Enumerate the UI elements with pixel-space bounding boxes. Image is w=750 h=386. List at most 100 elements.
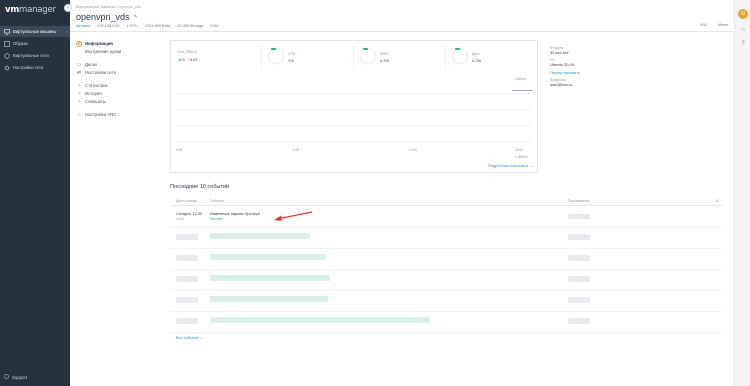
ram-stat: RAM 0.2% <box>356 44 446 68</box>
table-row[interactable] <box>170 271 722 291</box>
sidebar-item-settings[interactable]: Настройки сети <box>0 62 70 73</box>
snapshot-icon: ○ <box>77 98 81 105</box>
events-table-header: Дата и время Событие Пользователь ⚙ <box>170 198 722 206</box>
gridline <box>176 109 531 110</box>
redacted-user <box>568 276 590 282</box>
redacted-user <box>568 234 590 240</box>
toolbar-cpu: 1 CPU <box>126 24 138 28</box>
chart-series-line <box>512 90 532 91</box>
gridline <box>176 93 531 94</box>
ram-gauge <box>360 47 376 64</box>
menu-item-snapshots[interactable]: ○ Снапшоты <box>76 98 166 105</box>
redacted-date <box>176 297 198 303</box>
th-settings-icon[interactable]: ⚙ <box>716 199 719 203</box>
ip-value: 92.ххх.ххх <box>550 50 569 55</box>
toolbar-ram: 1024 MiB RAM <box>144 24 171 28</box>
redacted-date <box>176 276 198 282</box>
table-row[interactable] <box>170 229 722 249</box>
redacted-date <box>176 234 198 240</box>
x-tick: 6:00 <box>293 148 300 152</box>
page-title-text: openvpn_vds <box>76 12 130 22</box>
sidebar: vmmanager Виртуальные машины › Образы Ви… <box>0 0 70 386</box>
vm-info: IP адрес 92.ххх.ххх ОС Ubuntu 20.04 Пере… <box>550 44 620 90</box>
cpu-label: CPU <box>288 52 296 56</box>
vnc-button[interactable]: VNC <box>700 23 708 27</box>
sidebar-item-label: Виртуальные сети <box>13 53 49 58</box>
network-values: ↓4.9 ↑0.02 <box>177 57 198 62</box>
menu-item-label: Внутренние диски <box>85 49 122 54</box>
support-link[interactable]: Support <box>4 374 27 380</box>
th-event: Событие <box>210 199 225 203</box>
os-value: Ubuntu 20.04 <box>550 62 575 67</box>
redacted-user <box>568 297 590 303</box>
toolbar-kvm: KVM <box>210 24 219 28</box>
detailed-stats-link[interactable]: Подробная статистика → <box>488 164 533 168</box>
redacted-date <box>176 318 198 324</box>
redacted-event <box>210 275 330 281</box>
cpu-gauge <box>268 47 284 64</box>
breadcrumb[interactable]: Виртуальные машины / openvpn_vds <box>76 5 141 9</box>
network-label: Сеть, Мбит/с <box>177 50 198 54</box>
settings-icon <box>4 64 10 71</box>
table-row[interactable] <box>170 250 722 270</box>
toolbar-storage: 20 GiB Storage <box>177 24 204 28</box>
ram-label: RAM <box>380 52 388 56</box>
menu-button[interactable]: Меню <box>718 23 728 27</box>
gridline <box>176 141 531 142</box>
table-row[interactable] <box>170 313 722 333</box>
sidebar-item-label: Виртуальные машины <box>13 29 57 34</box>
sidebar-item-networks[interactable]: Виртуальные сети <box>0 50 70 61</box>
menu-item-vnc[interactable]: ○ Настройка VNC <box>76 111 166 118</box>
vm-menu: i Информация Внутренние диски ▭ Диски ⇄ … <box>76 40 166 119</box>
stats-card: Сеть, Мбит/с ↓4.9 ↑0.02 CPU 1% RAM 0.2% … <box>170 40 538 173</box>
th-user: Пользователь <box>568 199 591 203</box>
monitor-icon <box>4 28 10 35</box>
redacted-event <box>210 317 430 323</box>
header-actions: VNC Меню <box>700 23 728 27</box>
header-divider <box>70 31 734 32</box>
redacted-event <box>210 233 310 239</box>
table-row[interactable] <box>170 292 722 312</box>
x-tick-sub: 1 Мбит/с <box>515 155 528 159</box>
app-logo[interactable]: vmmanager <box>5 5 56 15</box>
chevron-right-icon: › <box>65 29 67 34</box>
image-icon <box>4 40 10 47</box>
menu-item-info[interactable]: i Информация <box>76 40 166 47</box>
menu-item-label: Информация <box>85 41 113 46</box>
bell-icon[interactable]: ⌂ <box>739 26 747 34</box>
show-all-events-link[interactable]: Все события → <box>176 336 203 340</box>
menu-item-label: Снапшоты <box>85 99 106 104</box>
toolbar-ip: 192.168.0.50 <box>97 24 120 28</box>
menu-item-internal-disks[interactable]: Внутренние диски <box>76 48 166 55</box>
table-row[interactable]: Сегодня, 12:30 12:30 Изменение пароля Ope… <box>170 208 722 228</box>
collapse-sidebar-button[interactable]: ‹ <box>64 4 72 12</box>
menu-item-stats[interactable]: ○ Статистика <box>76 82 166 89</box>
y-tick-top: 1 Мбит/с <box>514 77 527 81</box>
menu-item-label: Настройки сети <box>85 70 117 75</box>
menu-item-disks[interactable]: ▭ Диски <box>76 61 166 68</box>
network-icon <box>4 52 10 59</box>
gridline <box>176 125 531 126</box>
avatar[interactable]: U <box>738 9 748 19</box>
sidebar-item-vms[interactable]: Виртуальные машины › <box>0 26 70 37</box>
event-user-redacted <box>568 214 590 219</box>
history-icon: ○ <box>77 90 81 97</box>
menu-item-label: Настройка VNC <box>85 112 117 117</box>
menu-item-network[interactable]: ⇄ Настройки сети <box>76 69 166 76</box>
reinstall-link[interactable]: Переустановить <box>550 70 620 75</box>
x-tick: 0:00 <box>176 148 183 152</box>
menu-item-history[interactable]: ○ История <box>76 90 166 97</box>
info-icon: i <box>76 40 82 47</box>
vnc-icon: ○ <box>77 111 81 118</box>
edit-pencil-icon[interactable]: ✎ <box>134 14 138 20</box>
drive-icon: ▭ <box>76 61 82 68</box>
help-icon[interactable]: ? <box>739 40 747 48</box>
ram-value: 0.2% <box>380 58 390 63</box>
page-title: openvpn_vds ✎ <box>76 12 138 22</box>
sidebar-item-label: Образы <box>13 41 29 46</box>
sidebar-item-images[interactable]: Образы <box>0 38 70 49</box>
redacted-date <box>176 255 198 261</box>
status-badge: Активна <box>76 24 91 28</box>
cpu-value: 1% <box>288 58 294 63</box>
sidebar-item-label: Настройки сети <box>13 65 44 70</box>
